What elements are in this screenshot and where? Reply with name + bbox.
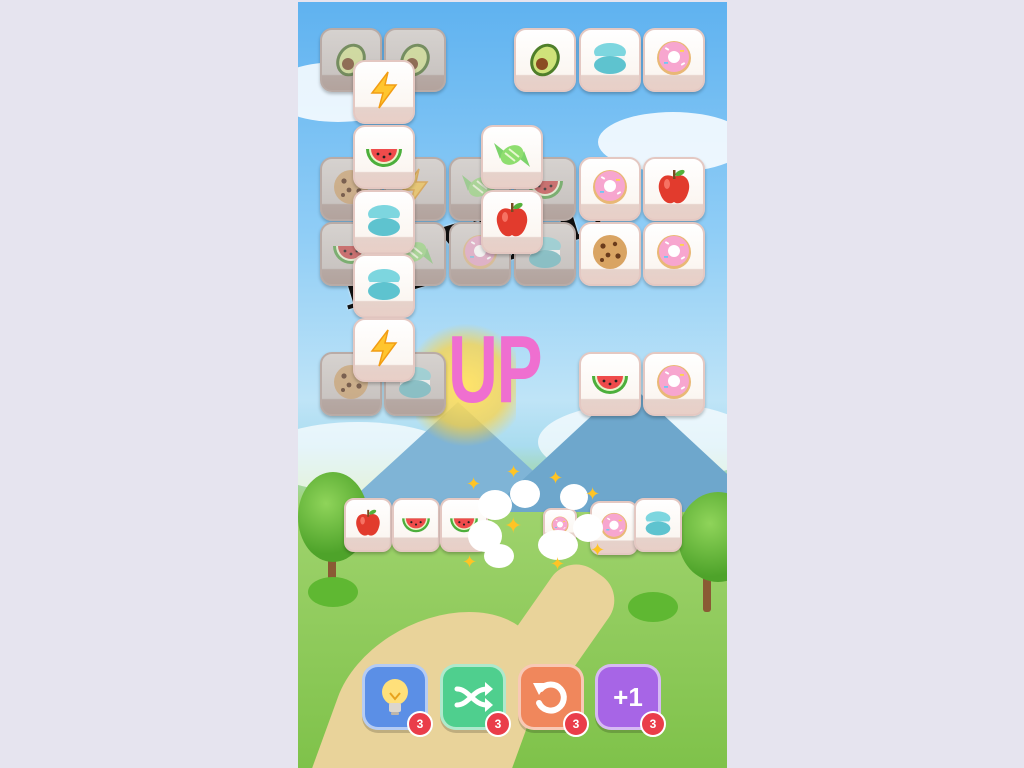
board-tile-donut[interactable] <box>643 28 705 92</box>
tray-tile-macaron <box>634 498 682 552</box>
board-tile-watermelon[interactable] <box>353 125 415 189</box>
star-icon: ✦ <box>590 540 606 561</box>
cookie-icon <box>593 235 627 269</box>
watermelon-icon <box>592 376 628 394</box>
macaron-icon <box>368 205 400 236</box>
plus-one-booster-button[interactable]: +1 3 <box>595 664 666 737</box>
donut-icon <box>657 365 691 399</box>
board-tile-candy[interactable] <box>481 125 543 189</box>
star-icon: ✦ <box>462 552 478 573</box>
lightbulb-icon <box>375 675 415 719</box>
candy-icon <box>494 143 530 167</box>
board-tile-apple[interactable] <box>643 157 705 221</box>
tray-tile-apple <box>344 498 392 552</box>
booster-count-badge: 3 <box>407 711 433 737</box>
star-icon: ✦ <box>548 468 564 489</box>
macaron-icon <box>594 43 626 74</box>
game-screen: LEVEL UP ✦ ✦ ✦ ✦ ✦ ✦ ✦ ✦ 333+13 <box>298 2 727 768</box>
puff <box>484 544 514 568</box>
star-icon: ✦ <box>550 554 566 575</box>
puff <box>510 480 540 508</box>
star-icon: ✦ <box>585 484 601 505</box>
board-tile-lightning[interactable] <box>353 318 415 382</box>
apple-icon <box>356 509 380 536</box>
board-tile-watermelon[interactable] <box>579 352 641 416</box>
booster-count-badge: 3 <box>640 711 666 737</box>
board-tile-macaron[interactable] <box>353 190 415 254</box>
star-icon: ✦ <box>506 462 522 483</box>
booster-count-badge: 3 <box>485 711 511 737</box>
board-tile-apple[interactable] <box>481 190 543 254</box>
board-tile-macaron[interactable] <box>579 28 641 92</box>
plus-one-label: +1 <box>613 681 643 712</box>
bush <box>308 577 358 607</box>
board-tile-donut[interactable] <box>643 222 705 286</box>
avocado-icon <box>530 43 560 77</box>
board-tile-donut[interactable] <box>643 352 705 416</box>
up-text: UP <box>448 316 543 423</box>
macaron-icon <box>645 511 671 536</box>
board-tile-lightning[interactable] <box>353 60 415 124</box>
shuffle-booster-button[interactable]: 3 <box>440 664 511 737</box>
hint-booster-button[interactable]: 3 <box>362 664 433 737</box>
puff <box>560 484 588 510</box>
undo-booster-button[interactable]: 3 <box>518 664 589 737</box>
macaron-icon <box>368 269 400 300</box>
booster-count-badge: 3 <box>563 711 589 737</box>
board-tile-donut[interactable] <box>579 157 641 221</box>
board-tile-cookie[interactable] <box>579 222 641 286</box>
apple-icon <box>658 169 690 204</box>
watermelon-icon <box>402 518 430 533</box>
undo-icon <box>529 675 573 719</box>
lightning-icon <box>370 329 398 367</box>
donut-icon <box>657 235 691 269</box>
watermelon-icon <box>366 149 402 167</box>
donut-icon <box>593 170 627 204</box>
board-tile-avocado[interactable] <box>514 28 576 92</box>
bush <box>628 592 678 622</box>
apple-icon <box>496 202 528 237</box>
star-icon: ✦ <box>466 474 482 495</box>
board-tile-macaron[interactable] <box>353 254 415 318</box>
puff <box>573 514 603 542</box>
star-icon: ✦ <box>504 514 523 539</box>
tray-tile-watermelon <box>392 498 440 552</box>
donut-icon <box>657 41 691 75</box>
shuffle-icon <box>451 675 495 719</box>
lightning-icon <box>370 71 398 109</box>
